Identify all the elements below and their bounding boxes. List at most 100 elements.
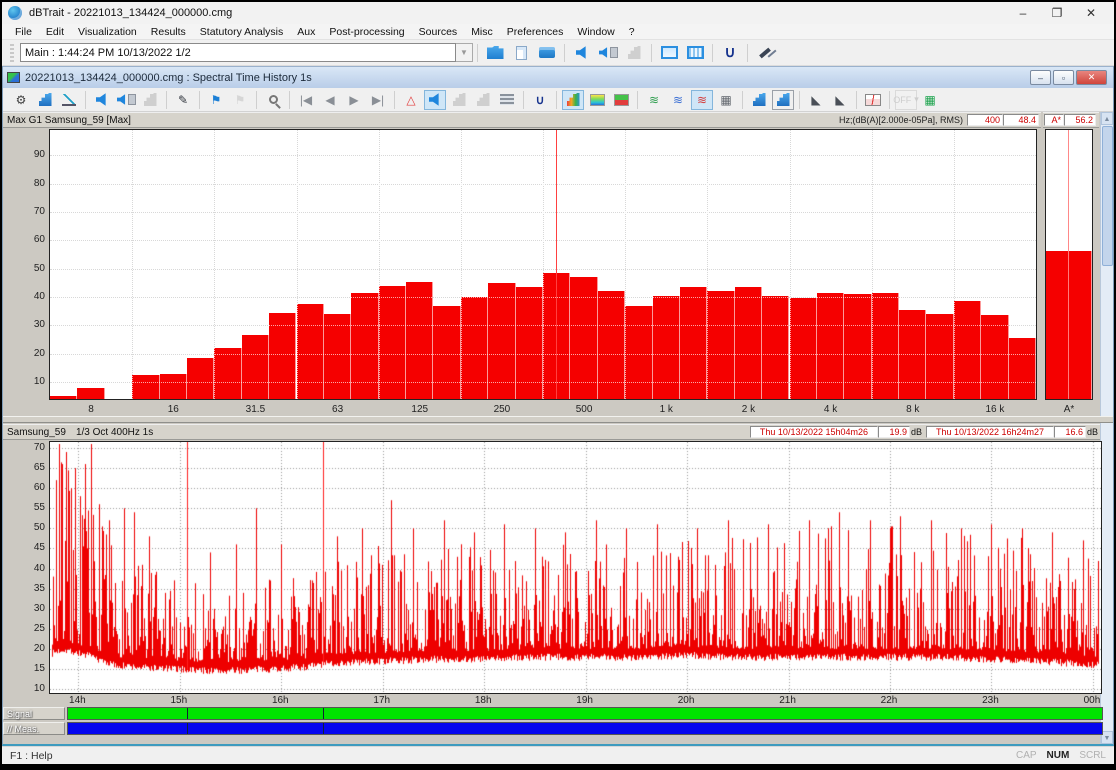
x-tick-label: 500: [576, 404, 593, 415]
menu-edit[interactable]: Edit: [39, 24, 71, 40]
histogram-window-icon[interactable]: [772, 90, 794, 110]
frequency-cursor[interactable]: [556, 130, 557, 399]
settings-gear-icon[interactable]: ⚙: [10, 90, 32, 110]
source-profile-2-icon[interactable]: ◣: [829, 90, 851, 110]
new-document-icon[interactable]: [509, 42, 533, 64]
scrollbar-thumb[interactable]: [1102, 126, 1113, 266]
x-tick-label: 16h: [272, 695, 289, 706]
levels-mini-2-icon[interactable]: [472, 90, 494, 110]
spectrogram-icon[interactable]: [586, 90, 608, 110]
y-tick-label: 30: [19, 319, 45, 330]
close-button[interactable]: ✕: [1074, 3, 1108, 23]
off-dropdown[interactable]: OFF▾: [895, 90, 917, 110]
restore-button[interactable]: ❐: [1040, 3, 1074, 23]
curves-green-icon[interactable]: ≋: [643, 90, 665, 110]
audio-calc-icon[interactable]: [115, 90, 137, 110]
magnet-icon[interactable]: ∪: [718, 42, 742, 64]
toolbar-separator: [637, 91, 638, 109]
gridline-v-overlay: [214, 130, 215, 399]
zoom-icon[interactable]: [262, 90, 284, 110]
spectrum-bar: [625, 306, 652, 399]
display-setup-1-icon[interactable]: [657, 42, 681, 64]
menu-file[interactable]: File: [8, 24, 39, 40]
scroll-up-icon[interactable]: ▲: [1101, 112, 1113, 125]
child-close-button[interactable]: ✕: [1076, 70, 1107, 85]
y-tick-label: 40: [19, 291, 45, 302]
print-icon[interactable]: [535, 42, 559, 64]
gridline-v-overlay: [625, 130, 626, 399]
child-restore-button[interactable]: ▫: [1053, 70, 1074, 85]
x-tick-label: 19h: [576, 695, 593, 706]
chevron-down-icon[interactable]: ▼: [456, 43, 473, 62]
spectrum-bars-icon[interactable]: [562, 90, 584, 110]
tools-hammer-icon[interactable]: [753, 42, 777, 64]
menu-post-processing[interactable]: Post-processing: [322, 24, 411, 40]
magnet-icon[interactable]: ∪: [529, 90, 551, 110]
menu-preferences[interactable]: Preferences: [500, 24, 571, 40]
audio-output-icon[interactable]: [570, 42, 594, 64]
spectrum-bar: [1009, 338, 1036, 399]
nav-next-icon[interactable]: ▶: [343, 90, 365, 110]
overall-bar-panel[interactable]: [1045, 129, 1093, 400]
x-tick-label: 250: [494, 404, 511, 415]
curves-red-icon[interactable]: ≋: [691, 90, 713, 110]
history-plot[interactable]: [49, 441, 1102, 694]
menu-window[interactable]: Window: [570, 24, 621, 40]
spectrum-bar: [872, 293, 899, 399]
history-header: Samsung_59 1/3 Oct 400Hz 1s Thu 10/13/20…: [3, 424, 1100, 440]
toolbar-separator: [523, 91, 524, 109]
spectrum-bar: [351, 293, 378, 399]
menu-statutory-analysis[interactable]: Statutory Analysis: [193, 24, 290, 40]
audio-levels-icon[interactable]: [139, 90, 161, 110]
child-minimize-button[interactable]: –: [1030, 70, 1051, 85]
y-tick-label: 20: [19, 643, 45, 654]
overall-header: A* 56.2: [1043, 112, 1099, 128]
menu-sources[interactable]: Sources: [412, 24, 465, 40]
annotate-pen-icon[interactable]: ✎: [172, 90, 194, 110]
levels-mini-1-icon[interactable]: [448, 90, 470, 110]
y-tick-label: 30: [19, 603, 45, 614]
display-setup-2-icon[interactable]: [683, 42, 707, 64]
curve-settings-icon[interactable]: [58, 90, 80, 110]
spectrum-bar: [160, 374, 187, 399]
nav-last-icon[interactable]: ▶|: [367, 90, 389, 110]
marker-flag-multi-icon[interactable]: ⚑: [229, 90, 251, 110]
audio-play-icon[interactable]: [91, 90, 113, 110]
marker-flag-icon[interactable]: ⚑: [205, 90, 227, 110]
spectrum-title: Max G1 Samsung_59 [Max]: [3, 115, 131, 126]
meas-timeline[interactable]: [67, 722, 1103, 735]
menu-visualization[interactable]: Visualization: [71, 24, 144, 40]
nav-prev-icon[interactable]: ◀: [319, 90, 341, 110]
histogram-add-icon[interactable]: [748, 90, 770, 110]
histogram-settings-icon[interactable]: [34, 90, 56, 110]
transfer-display-icon[interactable]: [610, 90, 632, 110]
x-tick-label: 18h: [475, 695, 492, 706]
menu-results[interactable]: Results: [144, 24, 193, 40]
source-profile-1-icon[interactable]: ◣: [805, 90, 827, 110]
levels-icon[interactable]: [622, 42, 646, 64]
y-tick-label: 60: [19, 234, 45, 245]
y-tick-label: 10: [19, 376, 45, 387]
child-window-title: 20221013_134424_000000.cmg : Spectral Ti…: [25, 72, 312, 84]
spectrum-plot[interactable]: [49, 129, 1037, 400]
measurement-grid-icon[interactable]: ▦: [919, 90, 941, 110]
minimize-button[interactable]: –: [1006, 3, 1040, 23]
measurement-selector[interactable]: Main : 1:44:24 PM 10/13/2022 1/2: [20, 43, 456, 62]
open-file-icon[interactable]: [483, 42, 507, 64]
y-tick-label: 10: [19, 683, 45, 694]
pane-splitter[interactable]: [3, 416, 1113, 423]
source-levels-icon[interactable]: [496, 90, 518, 110]
curves-blue-icon[interactable]: ≋: [667, 90, 689, 110]
menu--[interactable]: ?: [622, 24, 642, 40]
alarm-triangle-icon[interactable]: △: [400, 90, 422, 110]
overall-cursor: [1068, 130, 1069, 399]
values-table-icon[interactable]: ▦: [715, 90, 737, 110]
nav-first-icon[interactable]: |◀: [295, 90, 317, 110]
x-tick-label: 21h: [779, 695, 796, 706]
audio-calibration-icon[interactable]: [596, 42, 620, 64]
menu-aux[interactable]: Aux: [290, 24, 322, 40]
overview-chart-icon[interactable]: [862, 90, 884, 110]
menu-misc[interactable]: Misc: [464, 24, 500, 40]
audio-monitor-icon[interactable]: [424, 90, 446, 110]
signal-timeline[interactable]: [67, 707, 1103, 720]
